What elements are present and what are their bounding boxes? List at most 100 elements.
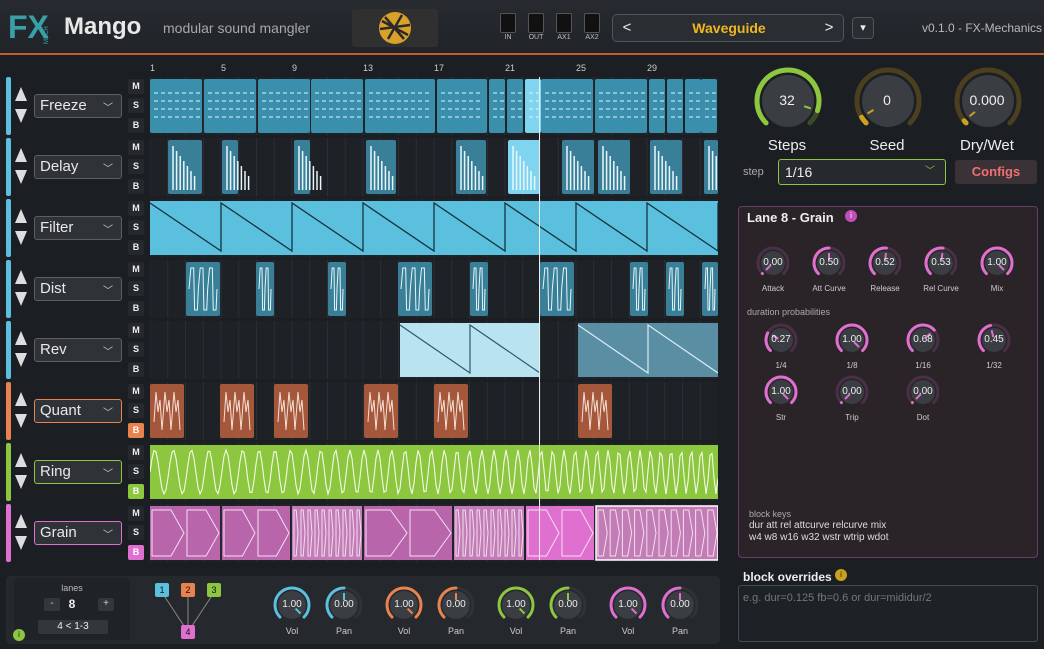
pan-knob[interactable]: 0.00 Pan <box>660 585 700 636</box>
lane-effect-select[interactable]: Delay ﹀ <box>34 155 122 179</box>
bypass-button[interactable]: B <box>128 362 144 377</box>
preset-next-button[interactable]: > <box>819 18 839 38</box>
lanes-plus-button[interactable]: + <box>98 598 114 611</box>
duration-knob[interactable]: 0.68 1/16 <box>905 322 941 370</box>
reorder-arrows-icon[interactable] <box>14 207 28 247</box>
lane-pattern[interactable] <box>150 382 718 440</box>
duration-knob[interactable]: 0.00 Trip <box>834 374 870 422</box>
reorder-arrows-icon[interactable] <box>14 85 28 125</box>
lane-3: Filter ﹀ M S B <box>6 199 722 257</box>
reorder-arrows-icon[interactable] <box>14 329 28 369</box>
volume-knob[interactable]: 1.00 Vol <box>384 585 424 636</box>
solo-button[interactable]: S <box>128 98 144 113</box>
info-icon[interactable]: i <box>845 210 857 222</box>
routing-text[interactable]: 4 < 1-3 <box>38 620 108 634</box>
lane-effect-select[interactable]: Rev ﹀ <box>34 338 122 362</box>
preset-menu-button[interactable]: ▾ <box>852 17 874 39</box>
chevron-down-icon: ﹀ <box>925 166 935 177</box>
pan-knob[interactable]: 0.00 Pan <box>436 585 476 636</box>
bypass-button[interactable]: B <box>128 301 144 316</box>
lane-8: Grain ﹀ M S B <box>6 504 722 562</box>
env-knob[interactable]: 1.00 Mix <box>979 245 1015 293</box>
info-icon[interactable]: i <box>13 629 25 641</box>
duration-knob[interactable]: 0.00 Dot <box>905 374 941 422</box>
reorder-arrows-icon[interactable] <box>14 390 28 430</box>
mute-button[interactable]: M <box>128 506 144 521</box>
solo-button[interactable]: S <box>128 464 144 479</box>
reorder-arrows-icon[interactable] <box>14 146 28 186</box>
duration-knob[interactable]: 0.27 1/4 <box>763 322 799 370</box>
knob-value: 0.00 <box>334 599 354 610</box>
solo-button[interactable]: S <box>128 220 144 235</box>
bypass-button[interactable]: B <box>128 240 144 255</box>
lane-pattern[interactable] <box>150 260 718 318</box>
volume-knob[interactable]: 1.00 Vol <box>608 585 648 636</box>
lane-pattern[interactable] <box>150 321 718 379</box>
mute-button[interactable]: M <box>128 79 144 94</box>
lane-effect-select[interactable]: Dist ﹀ <box>34 277 122 301</box>
duration-knob[interactable]: 0.45 1/32 <box>976 322 1012 370</box>
env-knob[interactable]: 0.52 Release <box>867 245 903 293</box>
bypass-button[interactable]: B <box>128 484 144 499</box>
solo-button[interactable]: S <box>128 525 144 540</box>
route-node-3[interactable]: 3 <box>207 583 221 597</box>
meter-label: OUT <box>528 34 544 41</box>
reorder-arrows-icon[interactable] <box>14 451 28 491</box>
lane-color-bar <box>6 443 11 501</box>
solo-button[interactable]: S <box>128 342 144 357</box>
route-node-2[interactable]: 2 <box>181 583 195 597</box>
mixer-panel: lanes - 8 + 4 < 1-3 i 1 2 3 4 1.00 Vol 0… <box>6 576 720 644</box>
lane-effect-select[interactable]: Quant ﹀ <box>34 399 122 423</box>
lane-pattern[interactable] <box>150 199 718 257</box>
pan-knob[interactable]: 0.00 Pan <box>324 585 364 636</box>
pan-knob[interactable]: 0.00 Pan <box>548 585 588 636</box>
volume-knob[interactable]: 1.00 Vol <box>272 585 312 636</box>
bypass-button[interactable]: B <box>128 118 144 133</box>
lane-effect-select[interactable]: Grain ﹀ <box>34 521 122 545</box>
bypass-button[interactable]: B <box>128 545 144 560</box>
lane-pattern[interactable] <box>150 443 718 501</box>
knob-label: Pan <box>447 626 464 636</box>
mute-button[interactable]: M <box>128 201 144 216</box>
lane-5: Rev ﹀ M S B <box>6 321 722 379</box>
knob-label: Attack <box>761 284 785 293</box>
duration-knob[interactable]: 1.00 Str <box>763 374 799 422</box>
solo-button[interactable]: S <box>128 281 144 296</box>
mute-button[interactable]: M <box>128 140 144 155</box>
volume-knob[interactable]: 1.00 Vol <box>496 585 536 636</box>
lane-pattern[interactable] <box>150 77 718 135</box>
knob-value: 0.00 <box>913 386 933 397</box>
bypass-button[interactable]: B <box>128 423 144 438</box>
step-select[interactable]: 1/16 ﹀ <box>778 159 946 185</box>
mute-button[interactable]: M <box>128 262 144 277</box>
solo-button[interactable]: S <box>128 159 144 174</box>
bypass-button[interactable]: B <box>128 179 144 194</box>
knob-value: 1.00 <box>506 599 526 610</box>
env-knob[interactable]: 0.00 Attack <box>755 245 791 293</box>
lane-effect-select[interactable]: Filter ﹀ <box>34 216 122 240</box>
route-node-1[interactable]: 1 <box>155 583 169 597</box>
knob-label: 1/32 <box>986 361 1002 370</box>
mute-button[interactable]: M <box>128 323 144 338</box>
lane-pattern[interactable] <box>150 138 718 196</box>
env-knob[interactable]: 0.53 Rel Curve <box>923 245 959 293</box>
lanes-minus-button[interactable]: - <box>44 598 60 611</box>
lane-pattern[interactable] <box>150 504 718 562</box>
lane-effect-select[interactable]: Ring ﹀ <box>34 460 122 484</box>
mute-button[interactable]: M <box>128 445 144 460</box>
info-icon[interactable]: i <box>835 569 847 581</box>
route-node-4[interactable]: 4 <box>181 625 195 639</box>
configs-button[interactable]: Configs <box>955 160 1037 184</box>
preset-name[interactable]: Waveguide <box>613 20 845 36</box>
overrides-input[interactable]: e.g. dur=0.125 fb=0.6 or dur=mididur/2 <box>738 585 1038 642</box>
reorder-arrows-icon[interactable] <box>14 512 28 552</box>
preset-prev-button[interactable]: < <box>617 18 637 38</box>
lane-effect-select[interactable]: Freeze ﹀ <box>34 94 122 118</box>
reorder-arrows-icon[interactable] <box>14 268 28 308</box>
mute-button[interactable]: M <box>128 384 144 399</box>
duration-knob[interactable]: 1.00 1/8 <box>834 322 870 370</box>
lane-detail-panel: Lane 8 - Grain i duration probabilities … <box>738 206 1038 558</box>
solo-button[interactable]: S <box>128 403 144 418</box>
env-knob[interactable]: 0.50 Att Curve <box>811 245 847 293</box>
preset-selector[interactable]: Waveguide < > <box>612 14 844 42</box>
